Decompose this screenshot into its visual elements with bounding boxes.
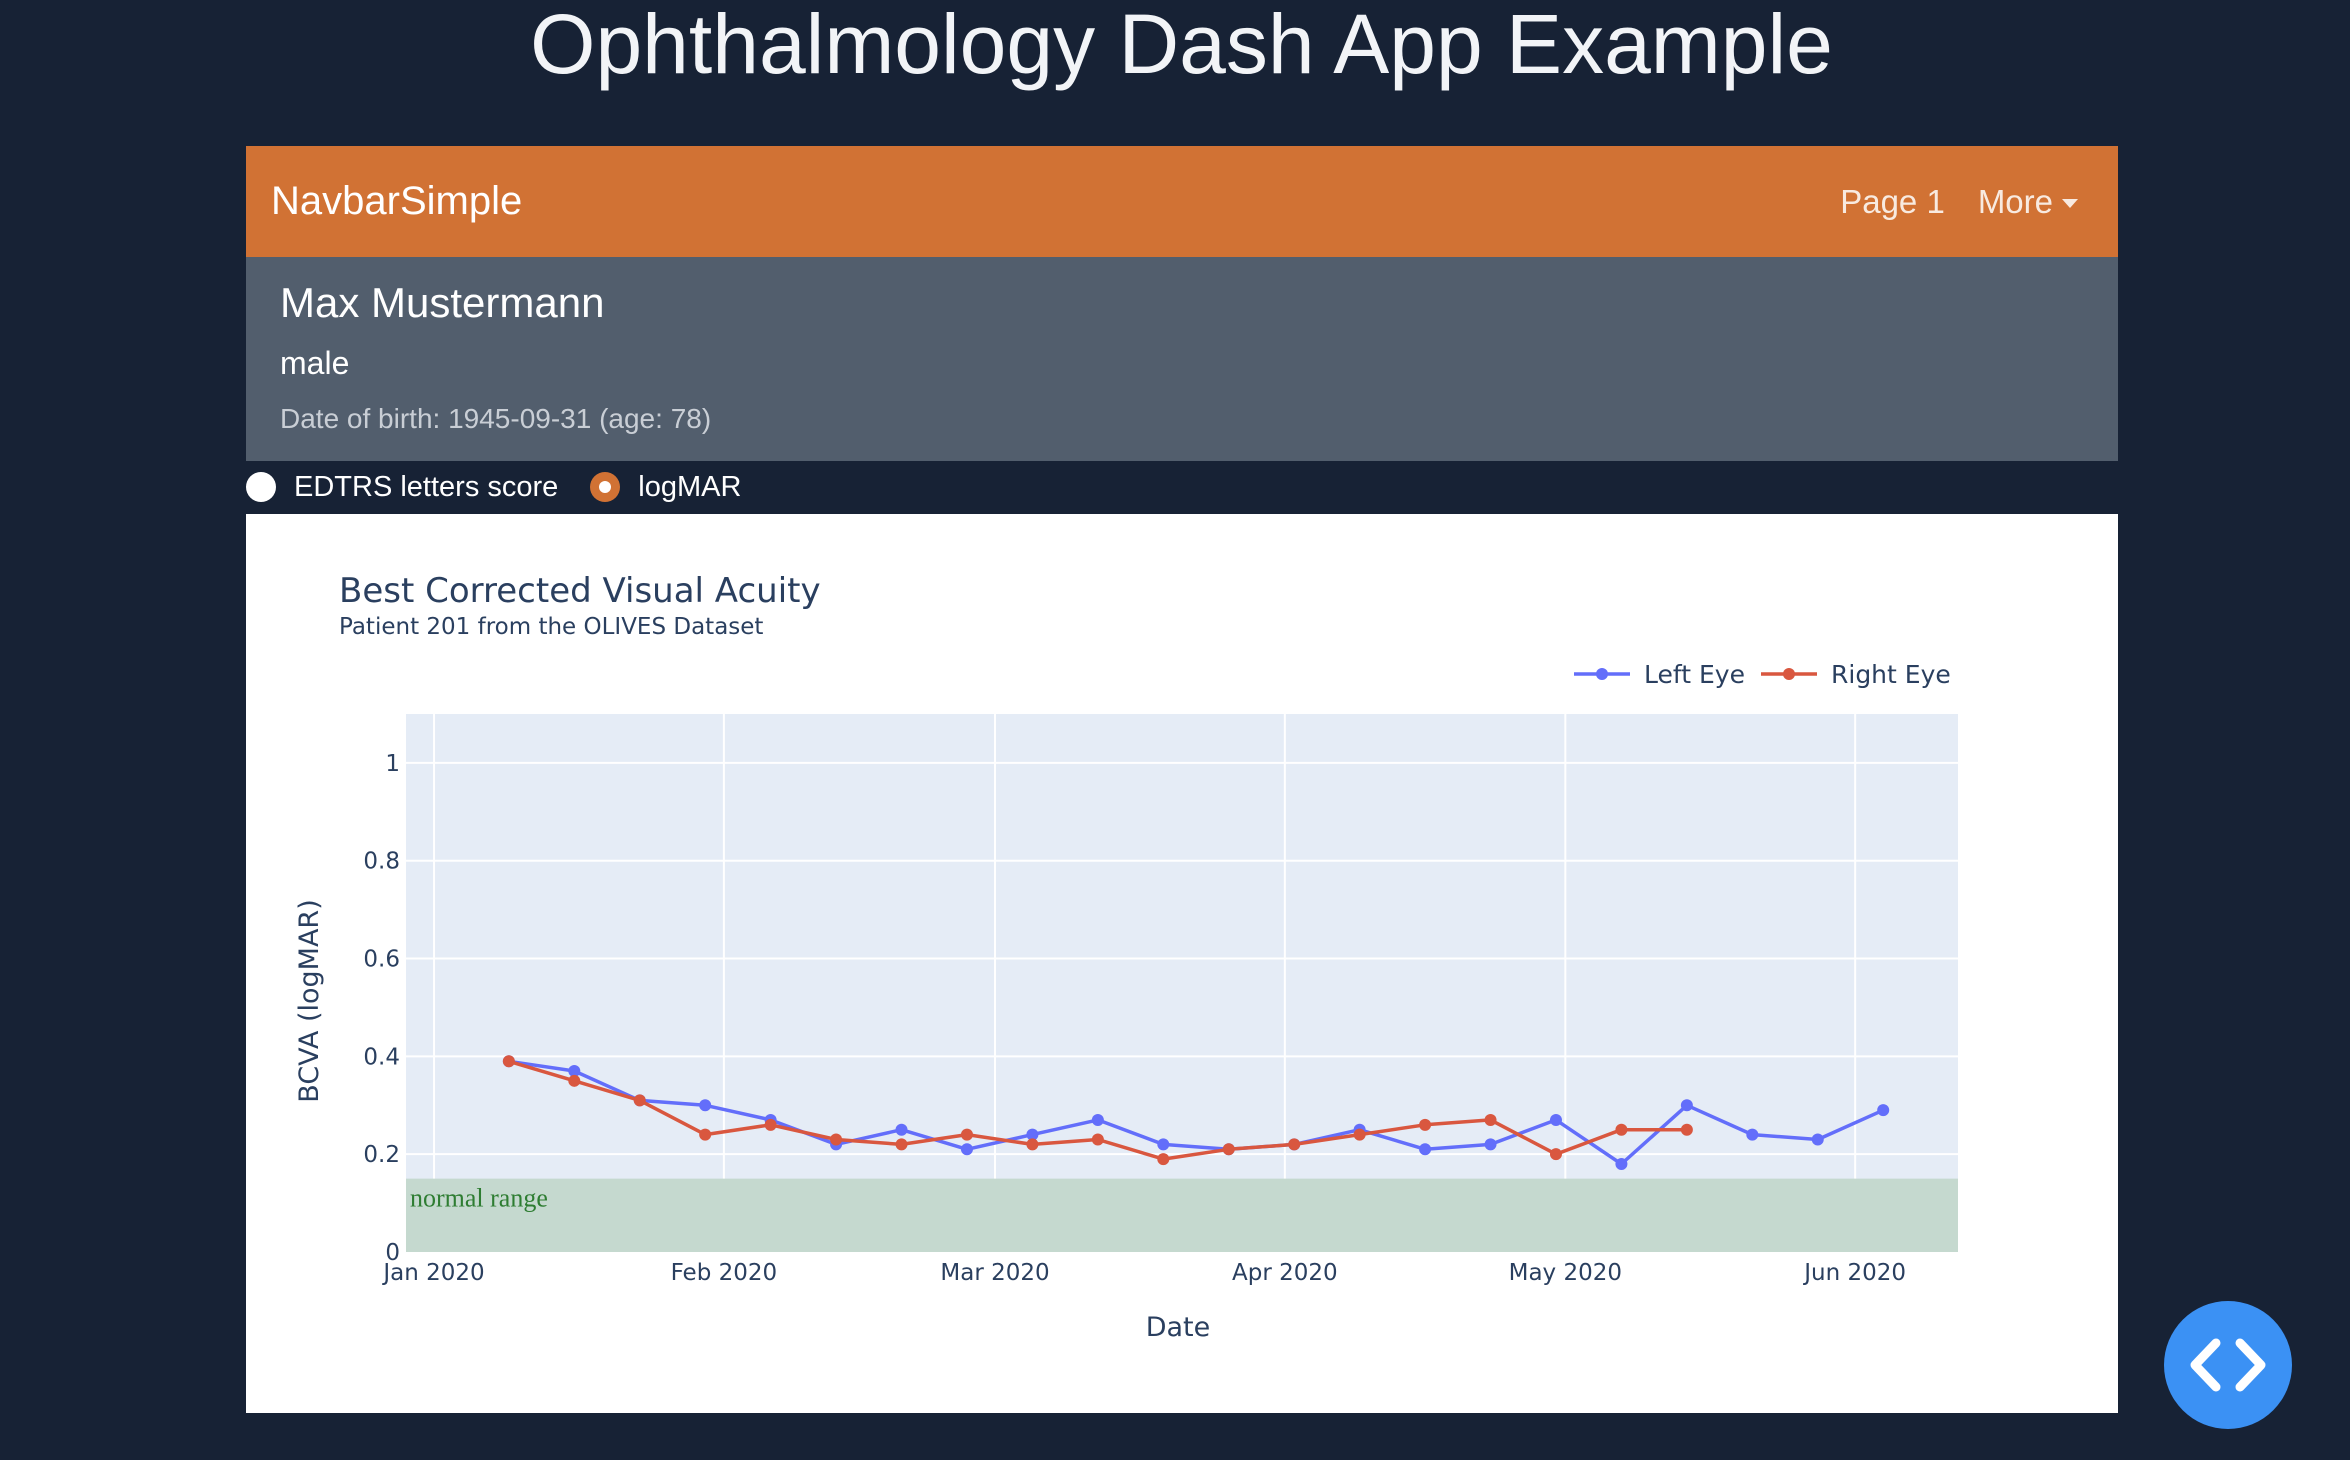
navbar-links: Page 1 More [1807,183,2078,221]
data-point-right-eye [830,1133,843,1146]
x-tick-label: Jan 2020 [381,1260,484,1286]
page-title: Ophthalmology Dash App Example [530,0,1833,91]
radio-edtrs-label: EDTRS letters score [294,470,559,503]
data-point-right-eye [1419,1118,1432,1131]
legend-swatch-marker [1596,668,1608,680]
patient-name: Max Mustermann [280,279,605,326]
data-point-right-eye [1222,1143,1235,1156]
chart-title: Best Corrected Visual Acuity [339,571,821,611]
data-point-right-eye [633,1094,646,1107]
data-point-right-eye [1484,1113,1497,1126]
radio-checked-icon[interactable] [590,472,621,502]
data-point-right-eye [1680,1123,1693,1136]
data-point-left-eye [895,1123,908,1136]
radio-logmar-label: logMAR [638,470,742,503]
nav-link-page-1[interactable]: Page 1 [1840,183,1945,221]
data-point-left-eye [1157,1138,1170,1151]
data-point-right-eye [1615,1123,1628,1136]
data-point-right-eye [895,1138,908,1151]
x-tick-label: Jun 2020 [1802,1260,1906,1286]
normal-range-label: normal range [410,1184,548,1213]
nav-dropdown-more[interactable]: More [1978,183,2078,221]
y-tick-label: 0.4 [363,1044,400,1070]
data-point-right-eye [568,1074,581,1087]
data-point-left-eye [1091,1113,1104,1126]
x-tick-label: May 2020 [1509,1260,1622,1286]
y-axis-title: BCVA (logMAR) [294,899,325,1102]
data-point-right-eye [1157,1153,1170,1166]
bcva-chart: normal range00.20.40.60.81Jan 2020 Feb 20… [294,571,1958,1343]
caret-down-icon [2062,198,2078,208]
patient-card: Max Mustermann male Date of birth: 1945-… [246,257,2118,461]
legend-label: Left Eye [1644,660,1745,689]
data-point-right-eye [764,1118,777,1131]
x-axis-title: Date [1146,1312,1211,1343]
data-point-right-eye [960,1128,973,1141]
patient-sex: male [280,345,350,381]
chart-subtitle: Patient 201 from the OLIVES Dataset [339,614,763,640]
plot-background [406,714,1958,1252]
y-tick-label: 0.2 [363,1142,400,1168]
radio-unchecked-icon[interactable] [246,472,276,502]
legend-swatch-marker [1783,668,1795,680]
y-tick-label: 1 [385,751,400,777]
x-tick-label: Apr 2020 [1232,1260,1338,1286]
data-point-left-eye [1746,1128,1759,1141]
data-point-left-eye [699,1099,712,1112]
radio-logmar[interactable]: logMAR [590,471,741,504]
data-point-left-eye [1615,1157,1628,1170]
y-tick-label: 0.6 [363,947,400,973]
data-point-left-eye [1811,1133,1824,1146]
data-point-left-eye [1419,1143,1432,1156]
data-point-right-eye [502,1055,515,1068]
x-tick-label: Mar 2020 [940,1260,1049,1286]
y-tick-label: 0.8 [363,849,400,875]
data-point-right-eye [1026,1138,1039,1151]
radio-edtrs[interactable]: EDTRS letters score [246,471,558,504]
data-point-left-eye [1549,1113,1562,1126]
code-toggle-button[interactable] [2164,1301,2292,1429]
navbar: NavbarSimple Page 1 More [246,146,2118,257]
data-point-right-eye [1091,1133,1104,1146]
patient-dob: Date of birth: 1945-09-31 (age: 78) [280,403,712,434]
x-tick-label: Feb 2020 [671,1260,778,1286]
legend-label: Right Eye [1831,660,1951,689]
data-point-left-eye [960,1143,973,1156]
navbar-brand[interactable]: NavbarSimple [271,179,522,224]
data-point-right-eye [699,1128,712,1141]
nav-dropdown-more-label: More [1977,182,2053,220]
data-point-left-eye [1484,1138,1497,1151]
data-point-left-eye [1877,1104,1890,1117]
metric-radio-group: EDTRS letters score logMAR [246,467,773,507]
data-point-right-eye [1353,1128,1366,1141]
data-point-right-eye [1549,1148,1562,1161]
code-brackets-icon [2190,1338,2266,1392]
chart-card: normal range 0 0.2 0.4 0.6 0.8 1 Jan 2020 Feb 20… [246,514,2118,1413]
data-point-left-eye [1680,1099,1693,1112]
normal-range-band [406,1178,1958,1252]
data-point-right-eye [1288,1138,1301,1151]
